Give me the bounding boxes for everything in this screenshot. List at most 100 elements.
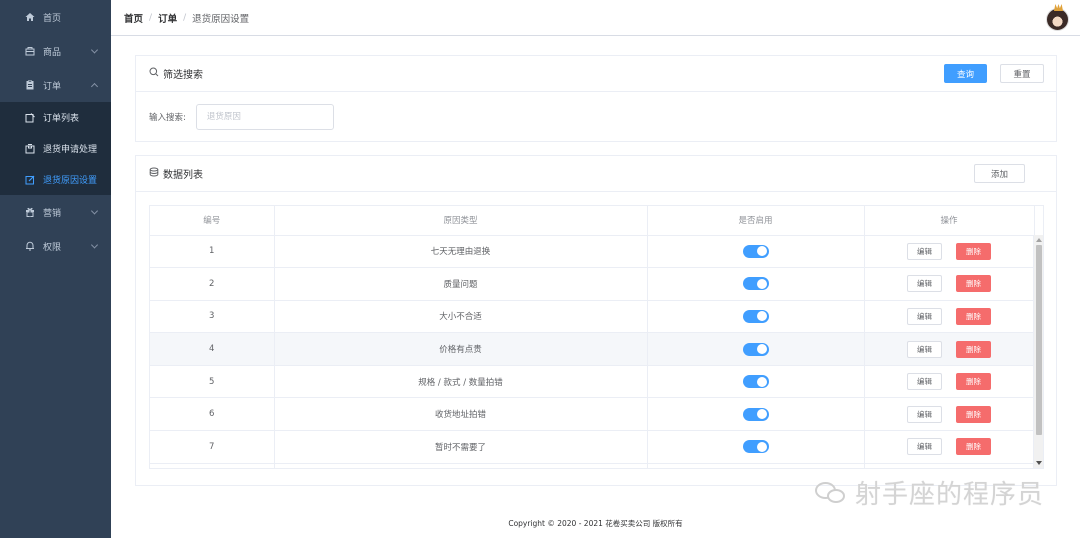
chevron-up-icon (90, 82, 99, 91)
footer-copyright: Copyright © 2020 - 2021 花卷买卖公司 版权所有 (508, 519, 683, 528)
cell-actions: 编辑 删除 (864, 430, 1035, 464)
sidebar-item-permission[interactable]: 权限 (0, 229, 111, 263)
sidebar-item-home[interactable]: 首页 (0, 0, 111, 34)
data-list-card: 数据列表 添加 编号 原因类型 是否启用 操作 1 七天无理由退换 编辑 删除 … (135, 155, 1057, 486)
chevron-down-icon (90, 46, 99, 54)
bell-icon (24, 240, 36, 252)
cell-actions: 编辑 删除 (864, 267, 1035, 301)
wechat-watermark: 射手座的程序员 (814, 474, 1044, 511)
sidebar-item-order[interactable]: 订单 (0, 68, 111, 102)
cell-reason: 收货地址拍错 (274, 397, 648, 432)
table-header-row: 编号 原因类型 是否启用 操作 (150, 206, 1035, 236)
cell-reason: 规格 / 款式 / 数量拍错 (274, 365, 648, 399)
column-header-id: 编号 (150, 206, 275, 236)
cell-id: 3 (150, 300, 275, 334)
cell-id: 7 (150, 430, 275, 464)
return-apply-icon (24, 143, 36, 155)
table-row: 3 大小不合适 编辑 删除 (150, 300, 1035, 334)
chevron-down-icon (90, 207, 99, 215)
enable-toggle[interactable] (742, 375, 769, 389)
scroll-up-arrow-icon[interactable] (1036, 238, 1042, 242)
search-input[interactable] (195, 104, 334, 130)
column-header-reason: 原因类型 (274, 206, 648, 236)
cell-enabled (647, 235, 865, 269)
edit-button[interactable]: 编辑 (907, 405, 942, 423)
list-card-header: 数据列表 添加 (136, 156, 1056, 192)
enable-toggle[interactable] (742, 277, 769, 291)
sidebar-item-label: 权限 (43, 242, 62, 253)
cell-actions: 编辑 删除 (864, 235, 1035, 269)
scrollbar-thumb[interactable] (1036, 245, 1042, 435)
filter-card-title: 筛选搜索 (163, 70, 203, 81)
filter-card: 筛选搜索 查询 重置 输入搜索: (135, 55, 1057, 142)
avatar[interactable] (1046, 4, 1069, 31)
sidebar-item-label: 首页 (43, 13, 62, 24)
edit-button[interactable]: 编辑 (907, 307, 942, 325)
sidebar-item-label: 退货原因设置 (43, 176, 98, 186)
wechat-logo-icon (814, 480, 849, 506)
breadcrumb-separator: / (149, 12, 153, 23)
edit-button[interactable]: 编辑 (907, 340, 942, 358)
sidebar: 首页 商品 订单 订单列表 退货申请处理 退货原因设置 营销 权限 (0, 0, 111, 538)
cell-enabled (647, 365, 865, 399)
delete-button[interactable]: 删除 (956, 405, 991, 423)
cell-id: 5 (150, 365, 275, 399)
order-icon (24, 79, 36, 91)
cell-enabled (647, 332, 865, 366)
breadcrumb-separator: / (183, 12, 187, 23)
scroll-down-arrow-icon[interactable] (1036, 461, 1042, 465)
sidebar-item-goods[interactable]: 商品 (0, 34, 111, 68)
cell-id: 4 (150, 332, 275, 366)
table-row: 5 规格 / 款式 / 数量拍错 编辑 删除 (150, 365, 1035, 399)
delete-button[interactable]: 删除 (956, 307, 991, 325)
sidebar-item-return-reason[interactable]: 退货原因设置 (0, 164, 111, 195)
search-button[interactable]: 查询 (944, 64, 987, 83)
sidebar-item-return-apply[interactable]: 退货申请处理 (0, 133, 111, 164)
breadcrumb-home[interactable]: 首页 (124, 11, 143, 25)
cell-id: 6 (150, 397, 275, 432)
edit-button[interactable]: 编辑 (907, 275, 942, 293)
crown-icon (1054, 4, 1063, 11)
delete-button[interactable]: 删除 (956, 340, 991, 358)
enable-toggle[interactable] (742, 440, 769, 454)
order-list-icon (24, 112, 36, 124)
reasons-table: 编号 原因类型 是否启用 操作 1 七天无理由退换 编辑 删除 2 质量问题 编… (149, 205, 1044, 469)
table-row: 6 收货地址拍错 编辑 删除 (150, 397, 1035, 432)
marketing-icon (24, 206, 36, 218)
table-row: 1 七天无理由退换 编辑 删除 (150, 235, 1035, 269)
reset-button[interactable]: 重置 (1000, 64, 1044, 83)
filter-row: 输入搜索: (136, 92, 1056, 142)
table-row: 2 质量问题 编辑 删除 (150, 267, 1035, 301)
filter-input-label: 输入搜索: (149, 113, 186, 123)
watermark-text: 射手座的程序员 (854, 480, 1044, 510)
sidebar-item-order-list[interactable]: 订单列表 (0, 102, 111, 133)
main-content: 筛选搜索 查询 重置 输入搜索: 数据列表 添加 编号 (111, 37, 1080, 538)
list-card-title: 数据列表 (163, 170, 203, 181)
enable-toggle[interactable] (742, 244, 769, 258)
delete-button[interactable]: 删除 (956, 242, 991, 260)
sidebar-item-marketing[interactable]: 营销 (0, 195, 111, 229)
cell-reason: 大小不合适 (274, 300, 648, 334)
table-scrollbar[interactable] (1033, 235, 1043, 468)
cell-actions: 编辑 删除 (864, 300, 1035, 334)
enable-toggle[interactable] (742, 342, 769, 356)
cell-enabled (647, 430, 865, 464)
enable-toggle[interactable] (742, 309, 769, 323)
delete-button[interactable]: 删除 (956, 275, 991, 293)
enable-toggle[interactable] (742, 407, 769, 421)
edit-button[interactable]: 编辑 (907, 242, 942, 260)
add-button[interactable]: 添加 (974, 164, 1025, 183)
delete-button[interactable]: 删除 (956, 438, 991, 456)
sidebar-item-label: 营销 (43, 208, 62, 219)
delete-button[interactable]: 删除 (956, 373, 991, 391)
return-reason-icon (24, 174, 36, 186)
breadcrumb-order[interactable]: 订单 (158, 11, 177, 25)
home-icon (24, 11, 36, 23)
order-submenu: 订单列表 退货申请处理 退货原因设置 (0, 102, 111, 195)
cell-actions: 编辑 删除 (864, 365, 1035, 399)
database-icon (149, 167, 159, 180)
column-header-enabled: 是否启用 (647, 206, 865, 236)
edit-button[interactable]: 编辑 (907, 438, 942, 456)
edit-button[interactable]: 编辑 (907, 373, 942, 391)
cell-reason: 暂时不需要了 (274, 430, 648, 464)
